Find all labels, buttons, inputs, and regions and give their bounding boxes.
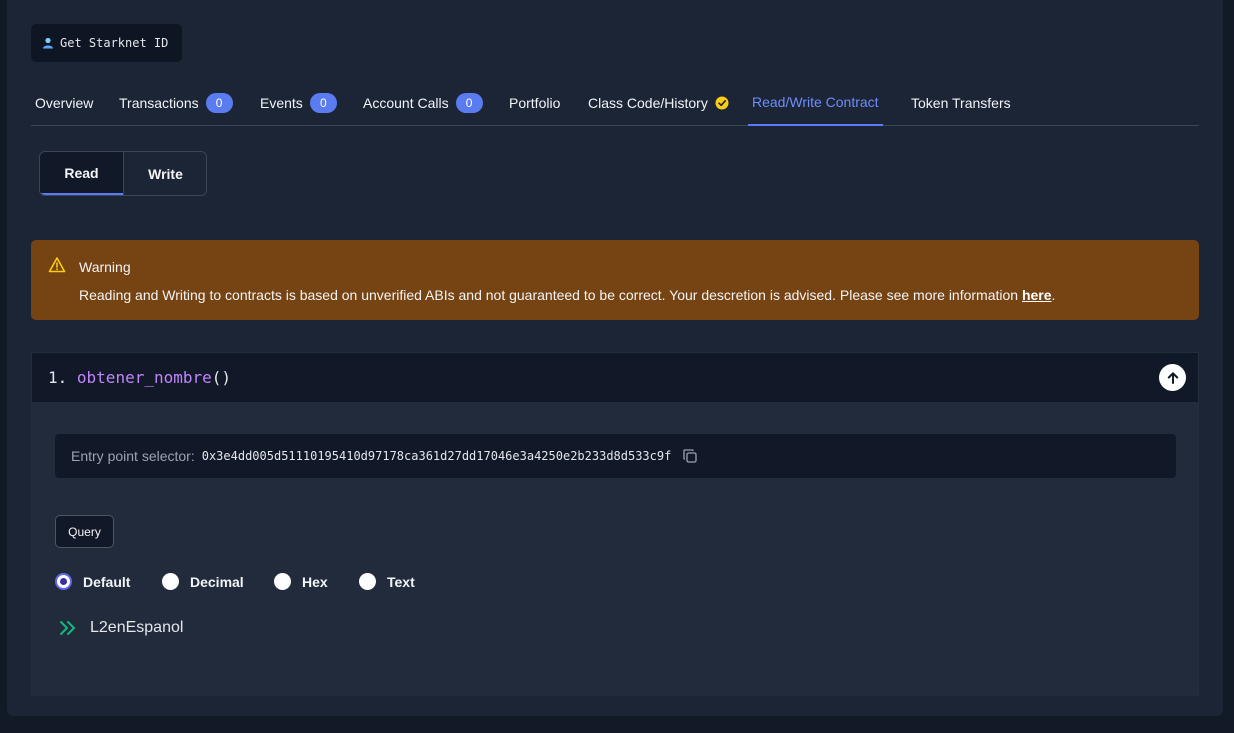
tab-account-calls[interactable]: Account Calls 0 xyxy=(359,80,487,125)
warning-text-end: . xyxy=(1051,287,1056,303)
selector-label: Entry point selector: xyxy=(71,448,195,464)
function-index: 1. xyxy=(48,368,68,387)
radio-dot xyxy=(162,573,179,590)
main-panel: Get Starknet ID Overview Transactions 0 … xyxy=(7,0,1223,716)
result-value: L2enEspanol xyxy=(90,619,184,636)
read-mode-button[interactable]: Read xyxy=(40,152,123,195)
query-label: Query xyxy=(68,524,101,539)
format-label: Decimal xyxy=(190,573,244,590)
count-badge: 0 xyxy=(455,92,483,113)
warning-triangle-icon xyxy=(48,257,66,273)
tab-token-transfers[interactable]: Token Transfers xyxy=(907,80,1015,125)
function-card: 1. obtener_nombre() Entry point selector… xyxy=(31,352,1199,696)
tab-overview[interactable]: Overview xyxy=(31,80,97,125)
format-text-radio[interactable]: Text xyxy=(359,573,415,590)
read-label: Read xyxy=(64,164,99,181)
warning-message: Reading and Writing to contracts is base… xyxy=(79,287,1055,303)
tab-label: Overview xyxy=(35,94,94,111)
radio-dot xyxy=(274,573,291,590)
tab-transactions[interactable]: Transactions 0 xyxy=(115,80,237,125)
tab-class-code-history[interactable]: Class Code/History xyxy=(584,80,733,125)
collapse-button[interactable] xyxy=(1159,364,1186,391)
format-hex-radio[interactable]: Hex xyxy=(274,573,328,590)
format-label: Hex xyxy=(302,573,328,590)
format-label: Default xyxy=(83,573,131,590)
tab-label: Token Transfers xyxy=(911,94,1011,111)
tab-label: Transactions xyxy=(119,94,199,111)
write-mode-button[interactable]: Write xyxy=(123,152,206,195)
function-parens: () xyxy=(211,368,232,387)
function-header[interactable]: 1. obtener_nombre() xyxy=(32,353,1198,402)
warning-text: Reading and Writing to contracts is base… xyxy=(79,287,1022,303)
entry-point-selector: Entry point selector: 0x3e4dd005d5111019… xyxy=(55,434,1176,478)
tab-label: Events xyxy=(260,94,303,111)
double-chevron-right-icon xyxy=(60,621,75,635)
warning-title: Warning xyxy=(79,259,131,275)
more-info-link[interactable]: here xyxy=(1022,287,1052,303)
tab-read-write-contract[interactable]: Read/Write Contract xyxy=(748,80,883,126)
format-default-radio[interactable]: Default xyxy=(55,573,130,590)
tab-portfolio[interactable]: Portfolio xyxy=(505,80,564,125)
starknet-id-label: Get Starknet ID xyxy=(60,36,169,50)
verified-icon xyxy=(715,96,729,109)
write-label: Write xyxy=(148,165,183,182)
query-result: L2enEspanol xyxy=(59,619,183,637)
count-badge: 0 xyxy=(309,92,337,113)
tab-label: Portfolio xyxy=(509,94,561,111)
selector-value: 0x3e4dd005d51110195410d97178ca361d27dd17… xyxy=(201,449,672,463)
radio-dot xyxy=(359,573,376,590)
tab-label: Class Code/History xyxy=(588,94,708,111)
radio-dot xyxy=(55,573,72,590)
get-starknet-id-button[interactable]: Get Starknet ID xyxy=(31,24,182,62)
warning-banner: Warning Reading and Writing to contracts… xyxy=(31,240,1199,320)
tab-label: Account Calls xyxy=(363,94,449,111)
tab-bar: Overview Transactions 0 Events 0 Account… xyxy=(31,80,1199,126)
format-decimal-radio[interactable]: Decimal xyxy=(162,573,244,590)
tab-label: Read/Write Contract xyxy=(752,94,879,110)
query-button[interactable]: Query xyxy=(55,515,114,548)
tab-events[interactable]: Events 0 xyxy=(256,80,341,125)
copy-icon[interactable] xyxy=(682,448,698,464)
arrow-up-icon xyxy=(1167,371,1178,384)
read-write-toggle: Read Write xyxy=(39,151,207,196)
function-name: obtener_nombre xyxy=(76,368,212,387)
count-badge: 0 xyxy=(205,92,233,113)
person-icon xyxy=(43,37,53,49)
format-label: Text xyxy=(387,573,415,590)
